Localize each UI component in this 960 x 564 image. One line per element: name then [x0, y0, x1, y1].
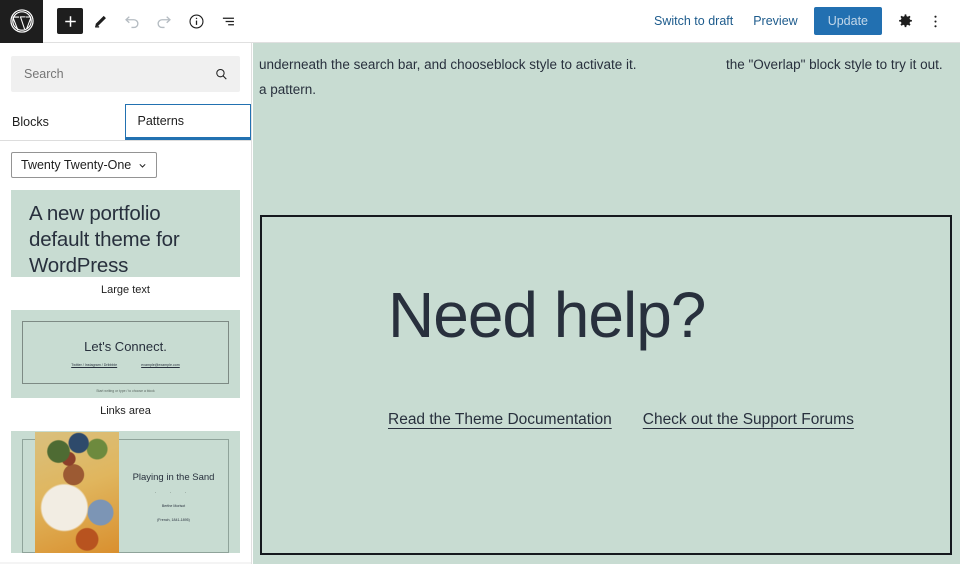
info-circle-icon[interactable] [181, 6, 211, 36]
block-inserter-toggle[interactable] [57, 8, 83, 34]
editor-tools-group [57, 6, 243, 36]
support-forums-link[interactable]: Check out the Support Forums [643, 411, 854, 429]
pattern-footer-text: Start writing or type / to choose a bloc… [22, 389, 229, 393]
theme-filter-section: Twenty Twenty-One [0, 141, 251, 186]
theme-documentation-link[interactable]: Read the Theme Documentation [388, 411, 612, 429]
undo-arrow-icon[interactable] [117, 6, 147, 36]
pattern-artwork-image [35, 432, 119, 553]
need-help-block[interactable]: Need help? Read the Theme Documentation … [260, 215, 952, 555]
tab-blocks[interactable]: Blocks [0, 104, 125, 140]
pattern-item-large-text[interactable]: A new portfolio default theme for WordPr… [11, 190, 240, 296]
search-section [0, 43, 251, 92]
need-help-links: Read the Theme Documentation Check out t… [388, 411, 950, 429]
search-input[interactable] [12, 57, 239, 91]
column-block-2[interactable]: block style to activate it. [494, 52, 726, 102]
redo-arrow-icon[interactable] [149, 6, 179, 36]
search-icon [212, 65, 230, 83]
pattern-label: Large text [11, 284, 240, 296]
pattern-label: Links area [11, 405, 240, 417]
pattern-heading-text: A new portfolio default theme for WordPr… [29, 201, 226, 277]
column-block-1[interactable]: underneath the search bar, and choose a … [253, 52, 494, 102]
pattern-separator: · · · [155, 490, 193, 496]
tools-pencil-icon[interactable] [85, 6, 115, 36]
pattern-artist-name: Berthe Morisot [162, 503, 185, 510]
more-vertical-icon[interactable] [920, 6, 950, 36]
theme-filter-label: Twenty Twenty-One [21, 158, 131, 172]
pattern-title-text: Let's Connect. [84, 339, 167, 354]
pattern-artwork-title: Playing in the Sand [133, 472, 215, 483]
need-help-heading: Need help? [388, 283, 950, 347]
block-inserter-sidebar: Blocks Patterns Twenty Twenty-One A new … [0, 43, 252, 564]
pattern-preview: Playing in the Sand · · · Berthe Morisot… [11, 431, 240, 553]
pattern-email-link: example@example.com [141, 363, 180, 367]
pattern-social-links: Twitter / Instagram / Dribbble [71, 363, 117, 367]
search-box[interactable] [11, 56, 240, 92]
pattern-item-overlap-images[interactable]: Playing in the Sand · · · Berthe Morisot… [11, 431, 240, 553]
update-button[interactable]: Update [814, 7, 882, 35]
editor-top-bar: Switch to draft Preview Update [0, 0, 960, 43]
preview-button[interactable]: Preview [743, 8, 807, 34]
pattern-links: Twitter / Instagram / Dribbble example@e… [71, 363, 180, 367]
pattern-artist-dates: (French, 1841-1895) [157, 517, 190, 524]
pattern-preview: Let's Connect. Twitter / Instagram / Dri… [11, 310, 240, 398]
column-block-3[interactable]: the "Overlap" block style to try it out. [726, 52, 954, 102]
top-bar-actions: Switch to draft Preview Update [644, 6, 960, 36]
chevron-down-icon [138, 161, 147, 170]
inserter-tabs: Blocks Patterns [0, 104, 251, 141]
wordpress-logo-icon[interactable] [0, 0, 43, 43]
theme-filter-dropdown[interactable]: Twenty Twenty-One [11, 152, 157, 178]
gear-icon[interactable] [890, 6, 920, 36]
editor-canvas[interactable]: underneath the search bar, and choose a … [253, 43, 960, 564]
tab-patterns[interactable]: Patterns [125, 104, 252, 140]
pattern-item-links-area[interactable]: Let's Connect. Twitter / Instagram / Dri… [11, 310, 240, 417]
pattern-list: A new portfolio default theme for WordPr… [0, 186, 251, 553]
switch-to-draft-button[interactable]: Switch to draft [644, 8, 743, 34]
columns-block[interactable]: underneath the search bar, and choose a … [253, 43, 960, 102]
pattern-preview: A new portfolio default theme for WordPr… [11, 190, 240, 277]
list-view-icon[interactable] [213, 6, 243, 36]
